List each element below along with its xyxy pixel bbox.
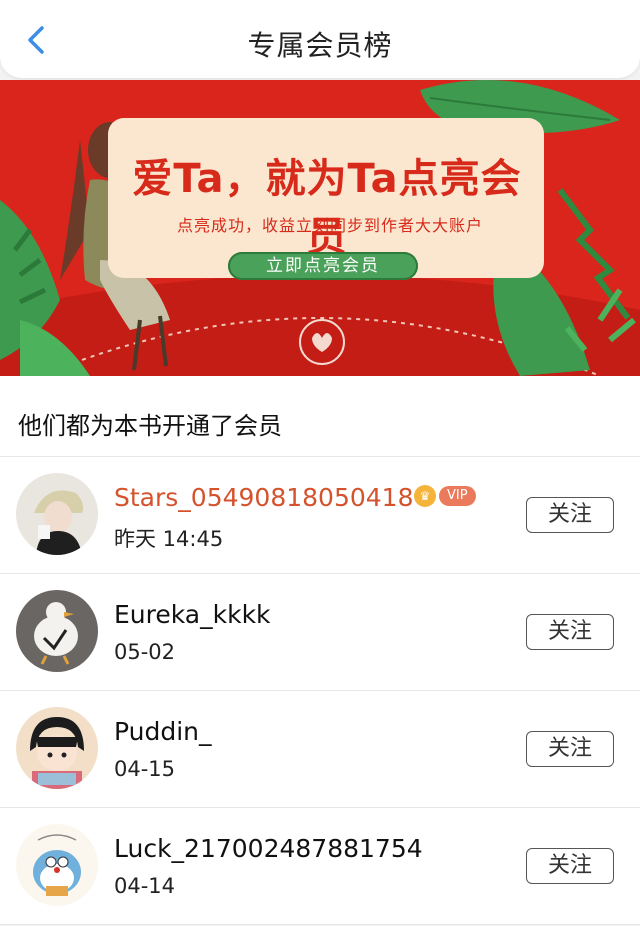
member-list: Stars_05490818050418 ♛ VIP 昨天 14:45 关注 E… (0, 457, 640, 925)
follow-button[interactable]: 关注 (526, 731, 614, 767)
vip-badge: ♛ VIP (414, 485, 476, 507)
avatar[interactable] (16, 590, 98, 672)
list-item[interactable]: Luck_217002487881754 04-14 关注 (0, 808, 640, 925)
promo-banner[interactable]: 爱Ta，就为Ta点亮会员 点亮成功，收益立刻同步到作者大大账户 立即点亮会员 (0, 80, 640, 376)
list-item[interactable]: Puddin_ 04-15 关注 (0, 691, 640, 808)
member-time: 05-02 (114, 640, 176, 664)
member-name[interactable]: Puddin_ (114, 717, 212, 746)
member-time: 昨天 14:45 (114, 527, 224, 551)
follow-button[interactable]: 关注 (526, 497, 614, 533)
member-name[interactable]: Eureka_kkkk (114, 600, 271, 629)
avatar[interactable] (16, 824, 98, 906)
top-nav-bar: 专属会员榜 (0, 0, 640, 79)
members-section-header: 他们都为本书开通了会员 (0, 376, 640, 457)
vip-label: VIP (439, 486, 476, 506)
member-time: 04-15 (114, 757, 176, 781)
follow-button[interactable]: 关注 (526, 848, 614, 884)
banner-subtitle: 点亮成功，收益立刻同步到作者大大账户 (176, 216, 483, 235)
banner-title: 爱Ta，就为Ta点亮会员 (132, 156, 522, 260)
page-title: 专属会员榜 (247, 29, 393, 62)
section-title: 他们都为本书开通了会员 (18, 412, 282, 440)
member-time: 04-14 (114, 874, 176, 898)
crown-icon: ♛ (414, 485, 436, 507)
list-item[interactable]: Stars_05490818050418 ♛ VIP 昨天 14:45 关注 (0, 457, 640, 574)
avatar[interactable] (16, 707, 98, 789)
light-up-membership-button[interactable]: 立即点亮会员 (228, 252, 418, 280)
member-name[interactable]: Stars_05490818050418 (114, 483, 413, 512)
follow-button[interactable]: 关注 (526, 614, 614, 650)
avatar[interactable] (16, 473, 98, 555)
list-item[interactable]: Eureka_kkkk 05-02 关注 (0, 574, 640, 691)
member-name[interactable]: Luck_217002487881754 (114, 834, 423, 863)
